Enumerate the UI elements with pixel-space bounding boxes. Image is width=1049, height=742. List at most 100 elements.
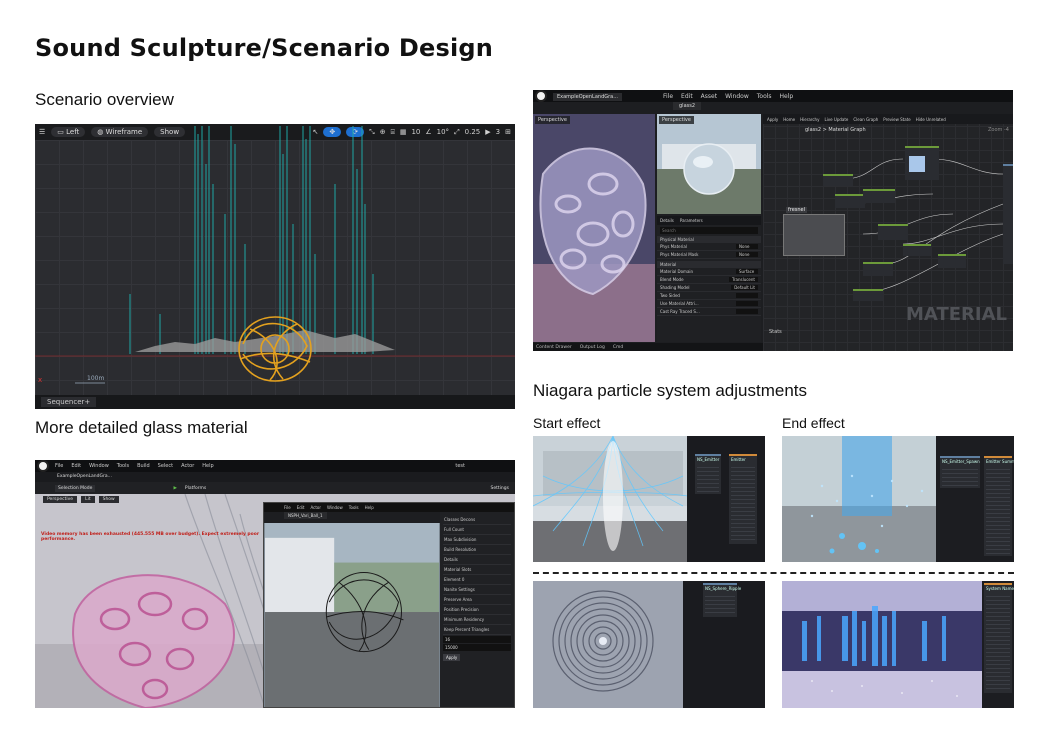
graph-node[interactable] bbox=[853, 289, 883, 301]
sequencer-tab[interactable]: Sequencer+ bbox=[41, 397, 97, 407]
inner-panel-row[interactable]: Nanite Settings bbox=[443, 585, 511, 595]
inner-panel-row[interactable]: Classes Decons bbox=[443, 515, 511, 525]
perspective-button[interactable]: Perspective bbox=[43, 496, 78, 503]
menu-select[interactable]: Select bbox=[158, 463, 173, 469]
menu-build[interactable]: Build bbox=[137, 463, 150, 469]
inner-panel-value[interactable]: 15000 bbox=[443, 644, 511, 651]
parameters-tab[interactable]: Parameters bbox=[680, 218, 703, 223]
play-icon[interactable]: ▶ bbox=[173, 486, 176, 491]
details-row-value[interactable] bbox=[736, 309, 758, 314]
details-row-value[interactable]: None bbox=[736, 252, 758, 257]
inner-panel-row[interactable]: Full Count bbox=[443, 525, 511, 535]
settings-dropdown[interactable]: Settings bbox=[491, 486, 509, 491]
main-material-node[interactable] bbox=[1003, 164, 1013, 264]
graph-node[interactable] bbox=[835, 194, 865, 208]
svg-text:x: x bbox=[38, 376, 42, 384]
details-row-value[interactable] bbox=[736, 293, 758, 298]
details-row-value[interactable] bbox=[736, 301, 758, 306]
child-menu-file[interactable]: File bbox=[284, 505, 291, 510]
details-row-value[interactable]: Default Lit bbox=[731, 285, 758, 290]
apply-button[interactable]: Apply bbox=[443, 654, 461, 661]
inner-panel-row[interactable]: Preserve Area bbox=[443, 595, 511, 605]
child-menu-actor[interactable]: Actor bbox=[310, 505, 321, 510]
details-tab[interactable]: Details bbox=[660, 218, 674, 223]
child-viewport[interactable] bbox=[264, 523, 440, 707]
platforms-dropdown[interactable]: Platforms bbox=[185, 486, 206, 491]
material-preview[interactable]: Perspective bbox=[657, 114, 761, 214]
inner-panel-row[interactable]: Position Precision bbox=[443, 605, 511, 615]
graph-node[interactable] bbox=[863, 262, 893, 276]
section-material[interactable]: Material bbox=[657, 261, 761, 268]
emitter-summary-stack[interactable]: Emitter Summary bbox=[984, 456, 1014, 556]
details-row[interactable]: Cast Ray Traced S... bbox=[657, 308, 761, 316]
details-row-value[interactable]: Translucent bbox=[729, 277, 758, 282]
inner-panel-row[interactable]: Minimum Residency bbox=[443, 615, 511, 625]
inner-panel-row[interactable]: Element 0 bbox=[443, 575, 511, 585]
menu-help[interactable]: Help bbox=[780, 93, 794, 100]
inner-panel-row[interactable]: Build Resolution bbox=[443, 545, 511, 555]
graph-node[interactable] bbox=[905, 146, 939, 180]
inner-panel-row[interactable]: Material Slots bbox=[443, 565, 511, 575]
show-button[interactable]: Show bbox=[98, 496, 119, 503]
menu-actor[interactable]: Actor bbox=[181, 463, 194, 469]
emitter-stack[interactable]: Emitter bbox=[729, 454, 757, 544]
menu-edit[interactable]: Edit bbox=[681, 93, 693, 100]
menu-help[interactable]: Help bbox=[202, 463, 213, 469]
details-search-input[interactable]: Search bbox=[660, 227, 758, 234]
cmd-button[interactable]: Cmd bbox=[613, 345, 623, 350]
details-row[interactable]: Material Domain Surface bbox=[657, 268, 761, 276]
emitter-spawn-node[interactable]: NS_Emitter_Spawn bbox=[940, 456, 980, 488]
content-drawer-button[interactable]: Content Drawer bbox=[536, 345, 572, 350]
inner-panel-row[interactable]: Details bbox=[443, 555, 511, 565]
details-row[interactable]: Two Sided bbox=[657, 292, 761, 300]
graph-node[interactable] bbox=[878, 224, 908, 240]
child-menu-tools[interactable]: Tools bbox=[349, 505, 359, 510]
scenario-viewport[interactable]: ☰ ▭ Left ◍ Wireframe Show ↖ ✥ ⟳ ⤡ ⊕ ⌸ ▦ 1… bbox=[35, 124, 515, 409]
level-viewport[interactable]: Perspective bbox=[533, 114, 655, 342]
child-tab[interactable]: NSPH_Vari_Ball_1 bbox=[284, 512, 327, 519]
inner-panel-row[interactable]: Max Subdivision bbox=[443, 535, 511, 545]
system-node[interactable]: NS_Sphere_Ripple bbox=[703, 583, 741, 617]
emitter-node[interactable]: NS_Emitter bbox=[695, 454, 721, 494]
fresnel-comment-box[interactable]: fresnel bbox=[783, 207, 845, 256]
material-graph[interactable]: Apply Home Hierarchy Live Update Clean G… bbox=[763, 114, 1013, 351]
menu-file[interactable]: File bbox=[663, 93, 673, 100]
graph-node[interactable] bbox=[863, 189, 895, 203]
preview-perspective-button[interactable]: Perspective bbox=[659, 116, 694, 124]
inner-panel-value[interactable]: 16 bbox=[443, 636, 511, 643]
project-tab[interactable]: ExampleOpenLandGra... bbox=[57, 474, 112, 479]
details-row[interactable]: Use Material Attri... bbox=[657, 300, 761, 308]
graph-node[interactable] bbox=[938, 254, 966, 268]
child-menu-edit[interactable]: Edit bbox=[297, 505, 305, 510]
details-row[interactable]: Phys Material None bbox=[657, 243, 761, 251]
menu-window[interactable]: Window bbox=[725, 93, 749, 100]
output-log-button[interactable]: Output Log bbox=[580, 345, 605, 350]
inner-panel-row[interactable]: Keep Percent Triangles bbox=[443, 625, 511, 635]
menu-window[interactable]: Window bbox=[89, 463, 109, 469]
menu-tools[interactable]: Tools bbox=[117, 463, 129, 469]
project-tab[interactable]: ExampleOpenLandGra... bbox=[553, 93, 623, 101]
section-physical-material[interactable]: Physical Material bbox=[657, 236, 761, 243]
mesh-editor-window[interactable]: File Edit Actor Window Tools Help NSPH_V… bbox=[263, 502, 515, 708]
stats-tab[interactable]: Stats bbox=[769, 329, 782, 335]
details-row[interactable]: Phys Material Mask None bbox=[657, 251, 761, 259]
graph-node[interactable] bbox=[823, 174, 853, 186]
menu-edit[interactable]: Edit bbox=[71, 463, 81, 469]
details-row-value[interactable]: Surface bbox=[736, 269, 758, 274]
child-menu-window[interactable]: Window bbox=[327, 505, 343, 510]
menu-tools[interactable]: Tools bbox=[757, 93, 772, 100]
glass-sculpture-preview bbox=[533, 114, 655, 342]
child-menu-help[interactable]: Help bbox=[365, 505, 374, 510]
menu-asset[interactable]: Asset bbox=[701, 93, 717, 100]
details-row[interactable]: Shading Model Default Lit bbox=[657, 284, 761, 292]
selection-mode-dropdown[interactable]: Selection Mode bbox=[55, 484, 96, 492]
graph-node[interactable] bbox=[903, 244, 931, 256]
details-row-value[interactable]: None bbox=[736, 244, 758, 249]
lit-button[interactable]: Lit bbox=[81, 496, 95, 503]
menu-file[interactable]: File bbox=[55, 463, 63, 469]
viewport-perspective-button[interactable]: Perspective bbox=[535, 116, 570, 124]
system-stack[interactable]: System Name bbox=[984, 583, 1014, 693]
asset-tab[interactable]: glass2 bbox=[673, 102, 702, 110]
details-row[interactable]: Blend Mode Translucent bbox=[657, 276, 761, 284]
main-toolbar: Selection Mode ▶ Platforms Settings bbox=[35, 482, 515, 494]
